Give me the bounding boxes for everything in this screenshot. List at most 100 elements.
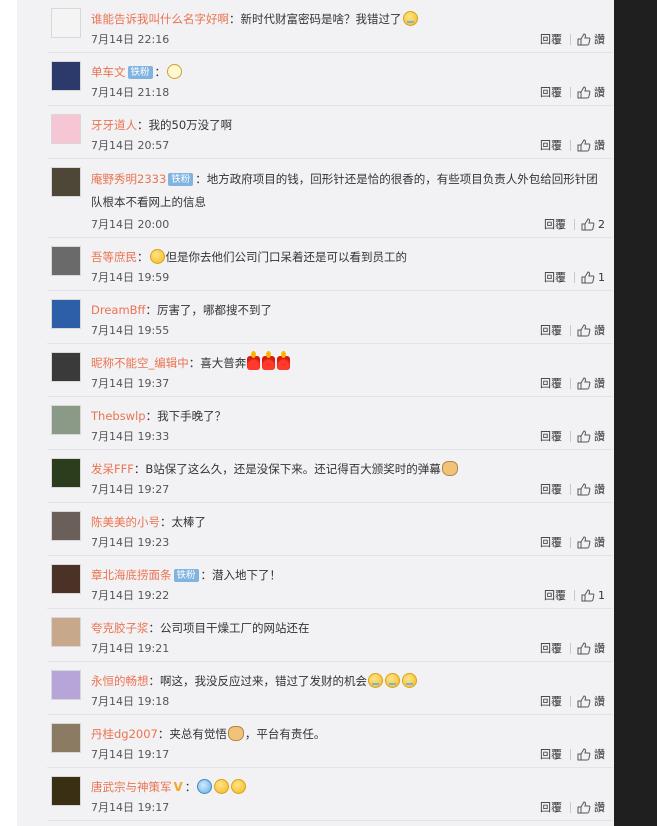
reply-button[interactable]: 回覆 xyxy=(540,693,562,709)
commenter-name[interactable]: 永恒的畅想 xyxy=(91,674,149,688)
like-count[interactable]: 讚 xyxy=(594,534,605,550)
emoji-group xyxy=(246,351,291,370)
avatar[interactable] xyxy=(51,617,81,647)
like-count[interactable]: 讚 xyxy=(594,84,605,100)
commenter-name[interactable]: 吾等庶民 xyxy=(91,250,137,264)
thumbs-up-icon[interactable] xyxy=(577,32,591,46)
commenter-name[interactable]: Thebswlp xyxy=(91,409,146,423)
avatar[interactable] xyxy=(51,114,81,144)
like-count[interactable]: 1 xyxy=(598,589,605,602)
like-count[interactable]: 讚 xyxy=(594,137,605,153)
commenter-name[interactable]: 夸克胶子浆 xyxy=(91,621,149,635)
page-margin xyxy=(0,0,17,826)
separator: ： xyxy=(200,568,213,582)
thumbs-up-icon[interactable] xyxy=(581,217,595,231)
like-count[interactable]: 讚 xyxy=(594,375,605,391)
avatar[interactable] xyxy=(51,723,81,753)
reply-button[interactable]: 回覆 xyxy=(540,534,562,550)
avatar[interactable] xyxy=(51,405,81,435)
reply-button[interactable]: 回覆 xyxy=(540,799,562,815)
fan-badge[interactable]: 铁粉 xyxy=(168,173,194,186)
avatar[interactable] xyxy=(51,458,81,488)
reply-button[interactable]: 回覆 xyxy=(540,375,562,391)
thumbs-up-icon[interactable] xyxy=(577,747,591,761)
commenter-name[interactable]: 单车文 xyxy=(91,65,126,79)
reply-button[interactable]: 回覆 xyxy=(540,746,562,762)
reply-button[interactable]: 回覆 xyxy=(540,640,562,656)
emoji-group xyxy=(441,461,459,476)
avatar[interactable] xyxy=(51,61,81,91)
action-divider xyxy=(570,33,571,45)
commenter-name[interactable]: 牙牙道人 xyxy=(91,118,137,132)
like-count[interactable]: 1 xyxy=(598,271,605,284)
fan-badge[interactable]: 铁粉 xyxy=(173,569,199,582)
thumbs-up-icon[interactable] xyxy=(581,270,595,284)
thumbs-up-icon[interactable] xyxy=(581,588,595,602)
comment-time: 7月14日 19:27 xyxy=(91,483,170,496)
thumbs-up-icon[interactable] xyxy=(577,85,591,99)
like-count[interactable]: 讚 xyxy=(594,31,605,47)
like-count[interactable]: 讚 xyxy=(594,693,605,709)
commenter-name[interactable]: 丹桂dg2007 xyxy=(91,727,158,741)
thumbs-up-icon[interactable] xyxy=(577,535,591,549)
avatar[interactable] xyxy=(51,776,81,806)
comment-actions: 回覆 讚 xyxy=(540,84,605,100)
laugh-emoji-icon xyxy=(214,779,230,794)
commenter-name[interactable]: 昵称不能空_编辑中 xyxy=(91,356,189,370)
reply-button[interactable]: 回覆 xyxy=(540,31,562,47)
like-count[interactable]: 讚 xyxy=(594,746,605,762)
thumbs-up-icon[interactable] xyxy=(577,800,591,814)
comment-time: 7月14日 19:21 xyxy=(91,642,170,655)
commenter-name[interactable]: 谁能告诉我叫什么名字好啊 xyxy=(91,12,229,26)
avatar[interactable] xyxy=(51,352,81,382)
avatar[interactable] xyxy=(51,564,81,594)
candle-emoji-icon xyxy=(277,351,291,370)
separator: ： xyxy=(157,727,170,741)
reply-button[interactable]: 回覆 xyxy=(540,137,562,153)
thumbs-up-icon[interactable] xyxy=(577,429,591,443)
like-count[interactable]: 讚 xyxy=(594,322,605,338)
like-count[interactable]: 讚 xyxy=(594,640,605,656)
reply-button[interactable]: 回覆 xyxy=(540,322,562,338)
thumbs-up-icon[interactable] xyxy=(577,694,591,708)
avatar[interactable] xyxy=(51,8,81,38)
thumbs-up-icon[interactable] xyxy=(577,376,591,390)
commenter-name[interactable]: DreamBff xyxy=(91,303,145,317)
like-count[interactable]: 2 xyxy=(598,218,605,231)
emoji-group xyxy=(402,11,419,26)
reply-button[interactable]: 回覆 xyxy=(540,481,562,497)
fan-badge[interactable]: 铁粉 xyxy=(127,66,153,79)
like-count[interactable]: 讚 xyxy=(594,481,605,497)
thumbs-up-icon[interactable] xyxy=(577,138,591,152)
avatar[interactable] xyxy=(51,511,81,541)
avatar[interactable] xyxy=(51,167,81,197)
reply-button[interactable]: 回覆 xyxy=(544,587,566,603)
comment-text: 单车文 铁粉： xyxy=(91,62,605,82)
comment-content: 地方政府项目的钱，回形针还是恰的很香的，有些项目负责人外包给回形针团队根本不看网… xyxy=(91,172,598,209)
avatar[interactable] xyxy=(51,670,81,700)
comment-content: 太棒了 xyxy=(171,515,207,529)
commenter-name[interactable]: 唐武宗与神策军 xyxy=(91,780,172,794)
action-divider xyxy=(570,430,571,442)
reply-button[interactable]: 回覆 xyxy=(544,269,566,285)
reply-button[interactable]: 回覆 xyxy=(540,84,562,100)
commenter-name[interactable]: 庵野秀明2333 xyxy=(91,172,166,186)
commenter-name[interactable]: 陈美美的小号 xyxy=(91,515,160,529)
thumbs-up-icon[interactable] xyxy=(577,482,591,496)
yellow-emoji-icon xyxy=(149,249,165,264)
reply-button[interactable]: 回覆 xyxy=(540,428,562,444)
comment-item: 牙牙道人：我的50万没了啊 7月14日 20:57 回覆 讚 xyxy=(47,106,613,159)
thumbs-up-icon[interactable] xyxy=(577,323,591,337)
comment-time: 7月14日 22:16 xyxy=(91,33,170,46)
candle-emoji-icon xyxy=(247,351,261,370)
avatar[interactable] xyxy=(51,299,81,329)
commenter-name[interactable]: 章北海底捞面条 xyxy=(91,568,172,582)
like-count[interactable]: 讚 xyxy=(594,428,605,444)
commenter-name[interactable]: 发呆FFF xyxy=(91,462,134,476)
action-divider xyxy=(570,377,571,389)
like-count[interactable]: 讚 xyxy=(594,799,605,815)
avatar[interactable] xyxy=(51,246,81,276)
separator: ： xyxy=(195,172,207,186)
reply-button[interactable]: 回覆 xyxy=(544,216,566,232)
thumbs-up-icon[interactable] xyxy=(577,641,591,655)
